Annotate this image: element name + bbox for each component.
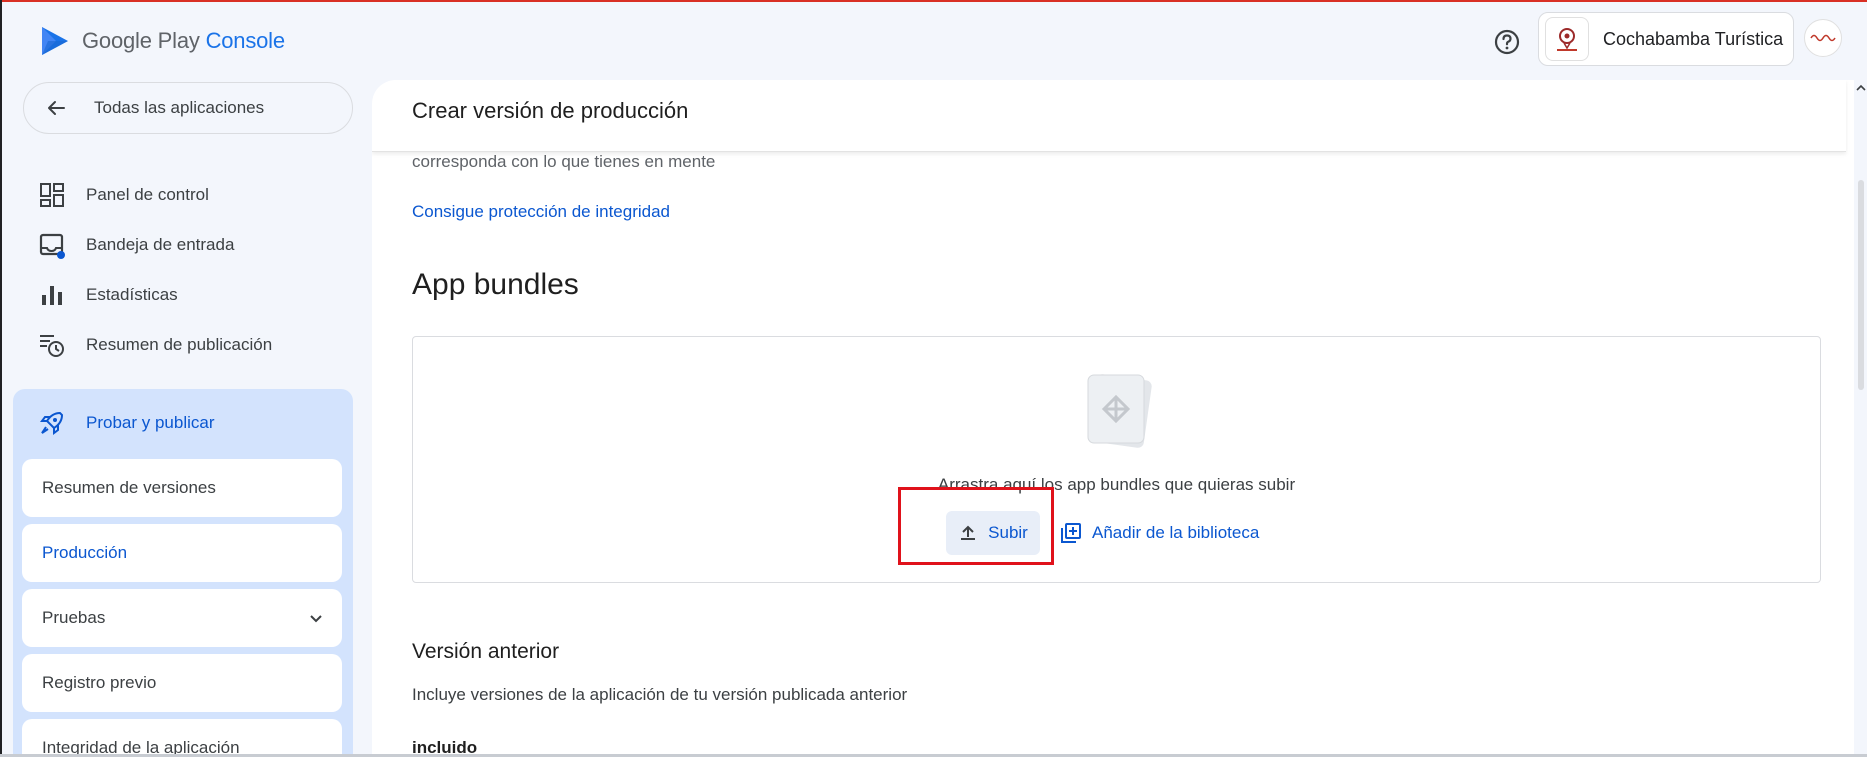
all-apps-back-button[interactable]: Todas las aplicaciones	[23, 82, 353, 134]
sidebar-item-label: Resumen de publicación	[86, 335, 273, 354]
rocket-icon	[40, 411, 64, 435]
main-content: corresponda con lo que tienes en mente C…	[372, 80, 1854, 757]
bar-chart-icon	[42, 286, 62, 305]
play-console-logo[interactable]: Google Play Console	[38, 24, 285, 58]
arrow-back-icon	[48, 101, 65, 115]
add-from-library-button[interactable]: Añadir de la biblioteca	[1056, 511, 1263, 555]
sidebar-item-label: Resumen de versiones	[42, 478, 216, 497]
help-icon[interactable]	[1493, 28, 1521, 56]
user-avatar-icon	[1810, 34, 1836, 42]
app-bundle-drop-zone[interactable]: Arrastra aquí los app bundles que quiera…	[412, 336, 1821, 583]
publishing-overview-icon	[40, 335, 64, 357]
dashboard-icon	[40, 183, 64, 207]
sidebar-item-app-integrity[interactable]: Integridad de la aplicación	[22, 719, 342, 757]
inbox-icon	[39, 233, 65, 259]
sidebar: Todas las aplicaciones Panel de control …	[2, 80, 362, 757]
developer-account-name: Cochabamba Turística	[1603, 28, 1784, 49]
sidebar-item-label: Estadísticas	[86, 285, 178, 304]
upload-highlight-annotation	[898, 487, 1054, 565]
sticky-page-header: Crear versión de producción	[372, 80, 1846, 152]
logo-product: Console	[205, 28, 286, 53]
integrity-protection-link[interactable]: Consigue protección de integridad	[412, 202, 670, 222]
section-label: Probar y publicar	[86, 413, 215, 432]
developer-logo-icon	[1557, 28, 1577, 51]
page-title: Crear versión de producción	[412, 98, 689, 123]
truncated-description: corresponda con lo que tienes en mente	[412, 152, 716, 171]
chevron-down-icon	[310, 615, 322, 623]
sidebar-item-label: Producción	[42, 543, 128, 562]
sidebar-item-dashboard[interactable]: Panel de control	[38, 175, 209, 215]
app-bundles-heading: App bundles	[412, 268, 579, 301]
sidebar-item-testing[interactable]: Pruebas	[22, 589, 342, 647]
sidebar-item-label: Pruebas	[42, 608, 106, 627]
scroll-up-arrow-icon[interactable]	[1855, 82, 1867, 94]
vertical-scrollbar-thumb[interactable]	[1858, 180, 1864, 390]
developer-avatar	[1545, 17, 1589, 61]
previous-release-heading: Versión anterior	[412, 640, 560, 663]
section-header-test-and-release[interactable]: Probar y publicar	[38, 403, 215, 443]
sidebar-item-statistics[interactable]: Estadísticas	[38, 275, 178, 315]
sidebar-item-label: Bandeja de entrada	[86, 235, 235, 254]
user-avatar[interactable]	[1804, 19, 1842, 57]
sidebar-item-release-overview[interactable]: Resumen de versiones	[22, 459, 342, 517]
sidebar-item-production[interactable]: Producción	[22, 524, 342, 582]
all-apps-label: Todas las aplicaciones	[94, 98, 265, 117]
developer-account-switcher[interactable]: Cochabamba Turística	[1538, 12, 1794, 66]
sidebar-item-publishing-overview[interactable]: Resumen de publicación	[38, 325, 272, 365]
add-from-library-label: Añadir de la biblioteca	[1092, 523, 1260, 542]
logo-brand: Google Play	[82, 28, 200, 53]
drop-zone-instructions: Arrastra aquí los app bundles que quiera…	[937, 475, 1296, 494]
bundle-file-icon	[1087, 374, 1152, 448]
sidebar-item-inbox[interactable]: Bandeja de entrada	[38, 225, 234, 265]
previous-release-description: Incluye versiones de la aplicación de tu…	[412, 685, 908, 704]
library-add-icon	[1061, 523, 1081, 543]
sidebar-item-pre-registration[interactable]: Registro previo	[22, 654, 342, 712]
play-logo-icon	[42, 27, 68, 55]
app-header: Google Play Console Cochabamba Turística	[0, 2, 1867, 80]
sidebar-item-label: Registro previo	[42, 673, 157, 692]
sidebar-item-label: Panel de control	[86, 185, 209, 204]
logo-text: Google Play Console	[82, 28, 285, 54]
test-and-release-section: Probar y publicar Resumen de versiones P…	[13, 389, 353, 757]
